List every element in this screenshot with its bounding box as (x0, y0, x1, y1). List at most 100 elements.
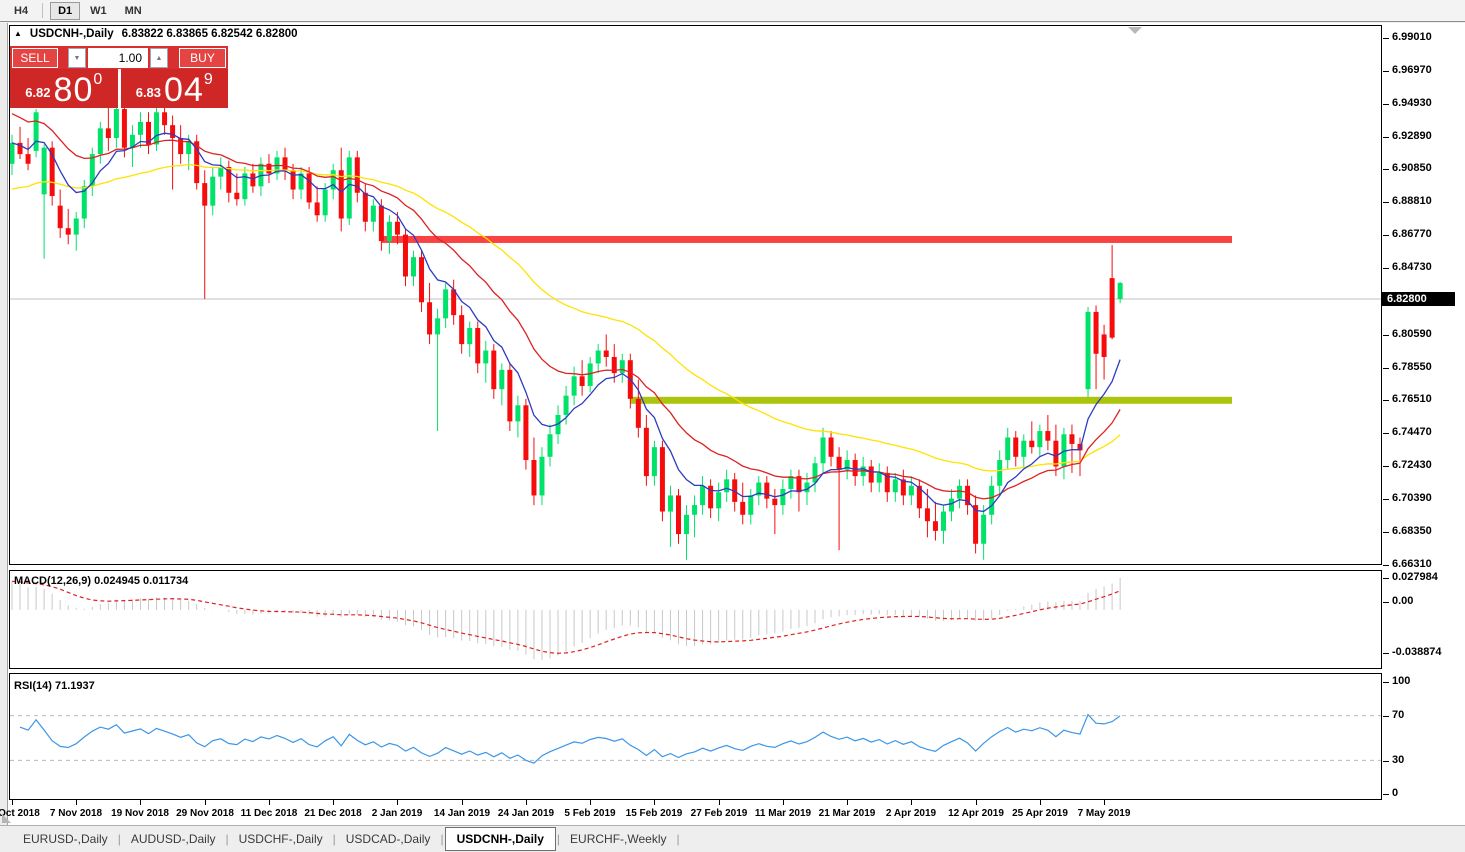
current-price-badge: 6.82800 (1382, 292, 1455, 306)
price-scale-label: 6.74470 (1392, 426, 1432, 440)
date-tick-mark (847, 800, 848, 805)
price-tick-mark (1383, 268, 1389, 269)
date-tick-mark (719, 800, 720, 805)
macd-tick-mark (1383, 578, 1389, 579)
price-tick-mark (1383, 532, 1389, 533)
price-scale-label: 6.90850 (1392, 162, 1432, 176)
scroll-to-end-icon[interactable] (1128, 27, 1142, 34)
price-scale-label: 6.78550 (1392, 361, 1432, 375)
date-tick-mark (783, 800, 784, 805)
date-tick-mark (590, 800, 591, 805)
rsi-tick-mark (1383, 761, 1389, 762)
tab-separator: | (440, 832, 443, 846)
rsi-panel[interactable] (9, 673, 1382, 800)
date-tick-mark (76, 800, 77, 805)
date-tick-mark (462, 800, 463, 805)
price-tick-mark (1383, 169, 1389, 170)
sell-price-big-digits: 80 (54, 76, 94, 106)
buy-price-tile[interactable]: 6.83 04 9 (121, 69, 229, 108)
chart-title-bar: ▲ USDCNH-,Daily 6.83822 6.83865 6.82542 … (14, 28, 298, 40)
sell-button[interactable]: SELL (12, 48, 58, 68)
rsi-scale-label: 100 (1392, 675, 1410, 689)
price-scale-label: 6.68350 (1392, 525, 1432, 539)
date-tick-mark (911, 800, 912, 805)
toolbar-separator (42, 3, 43, 18)
sell-price-prefix: 6.82 (25, 85, 50, 100)
buy-price-big-digits: 04 (164, 76, 204, 106)
chart-tab-usdcnh[interactable]: USDCNH-,Daily (445, 827, 556, 851)
rsi-tick-mark (1383, 682, 1389, 683)
date-tick-mark (333, 800, 334, 805)
date-tick-mark (269, 800, 270, 805)
buy-button[interactable]: BUY (179, 48, 226, 68)
timeframe-toolbar: H4 D1W1MN (0, 0, 1465, 22)
tab-separator: | (677, 832, 680, 846)
macd-tick-mark (1383, 602, 1389, 603)
timeframe-button-h4[interactable]: H4 (6, 2, 36, 20)
price-tick-mark (1383, 368, 1389, 369)
rsi-scale-label: 70 (1392, 709, 1404, 723)
timeframe-button-d1[interactable]: D1 (50, 2, 80, 20)
chart-tab-eurusd[interactable]: EURUSD-,Daily (14, 828, 117, 850)
buy-price-prefix: 6.83 (136, 85, 161, 100)
sell-price-tile[interactable]: 6.82 80 0 (10, 69, 118, 108)
price-tick-mark (1383, 433, 1389, 434)
date-tick-mark (654, 800, 655, 805)
chart-ohlc-values: 6.83822 6.83865 6.82542 6.82800 (122, 28, 298, 40)
date-tick-mark (205, 800, 206, 805)
date-tick-mark (397, 800, 398, 805)
macd-scale-label: 0.00 (1392, 595, 1413, 609)
symbol-tab-bar: EURUSD-,Daily|AUDUSD-,Daily|USDCHF-,Dail… (0, 825, 1465, 852)
tab-separator: | (333, 832, 336, 846)
sell-price-pip-digit: 0 (93, 71, 102, 89)
resize-grip-icon[interactable] (2, 814, 11, 823)
price-scale-label: 6.70390 (1392, 492, 1432, 506)
volume-input[interactable] (88, 48, 148, 68)
macd-scale-label: -0.038874 (1392, 646, 1442, 660)
rsi-tick-mark (1383, 794, 1389, 795)
price-tick-mark (1383, 400, 1389, 401)
rsi-indicator-label: RSI(14) 71.1937 (14, 680, 95, 692)
spin-down-icon: ▼ (74, 55, 81, 62)
tab-separator: | (557, 832, 560, 846)
price-tick-mark (1383, 235, 1389, 236)
macd-tick-mark (1383, 653, 1389, 654)
window-left-edge (0, 23, 8, 852)
timeframe-button-w1[interactable]: W1 (82, 2, 115, 20)
price-scale-label: 6.86770 (1392, 228, 1432, 242)
price-tick-mark (1383, 565, 1389, 566)
tab-separator: | (118, 832, 121, 846)
volume-decrease-button[interactable]: ▼ (68, 48, 86, 68)
price-tick-mark (1383, 499, 1389, 500)
price-tick-mark (1383, 38, 1389, 39)
buy-price-pip-digit: 9 (204, 71, 213, 89)
trade-controls-row: SELL ▼ ▲ BUY (10, 46, 228, 69)
macd-indicator-label: MACD(12,26,9) 0.024945 0.011734 (14, 575, 188, 587)
volume-increase-button[interactable]: ▲ (150, 48, 168, 68)
price-scale-label: 6.88810 (1392, 195, 1432, 209)
chart-tab-usdcad[interactable]: USDCAD-,Daily (337, 828, 440, 850)
timeframe-button-group: H4 D1W1MN (6, 2, 152, 20)
date-tick-mark (12, 800, 13, 805)
timeframe-button-mn[interactable]: MN (117, 2, 150, 20)
spin-up-icon: ▲ (156, 55, 163, 62)
price-scale-label: 6.94930 (1392, 97, 1432, 111)
price-scale-label: 6.84730 (1392, 261, 1432, 275)
price-scale-label: 6.80590 (1392, 328, 1432, 342)
macd-panel[interactable] (9, 570, 1382, 669)
chart-symbol-title: USDCNH-,Daily (30, 28, 114, 40)
collapse-chart-icon[interactable]: ▲ (14, 30, 22, 38)
chart-tab-audusd[interactable]: AUDUSD-,Daily (122, 828, 225, 850)
price-tick-mark (1383, 202, 1389, 203)
price-tick-mark (1383, 104, 1389, 105)
date-tick-mark (976, 800, 977, 805)
chart-tab-usdchf[interactable]: USDCHF-,Daily (230, 828, 332, 850)
chart-tab-eurchf[interactable]: EURCHF-,Weekly (561, 828, 675, 850)
date-tick-mark (140, 800, 141, 805)
price-tick-mark (1383, 137, 1389, 138)
macd-scale-label: 0.027984 (1392, 571, 1438, 585)
date-axis-label: 7 May 2019 (1064, 808, 1144, 819)
price-scale-label: 6.92890 (1392, 130, 1432, 144)
mt4-window: H4 D1W1MN ▲ USDCNH-,Daily 6.83822 6.83865… (0, 0, 1465, 852)
rsi-scale-label: 30 (1392, 754, 1404, 768)
